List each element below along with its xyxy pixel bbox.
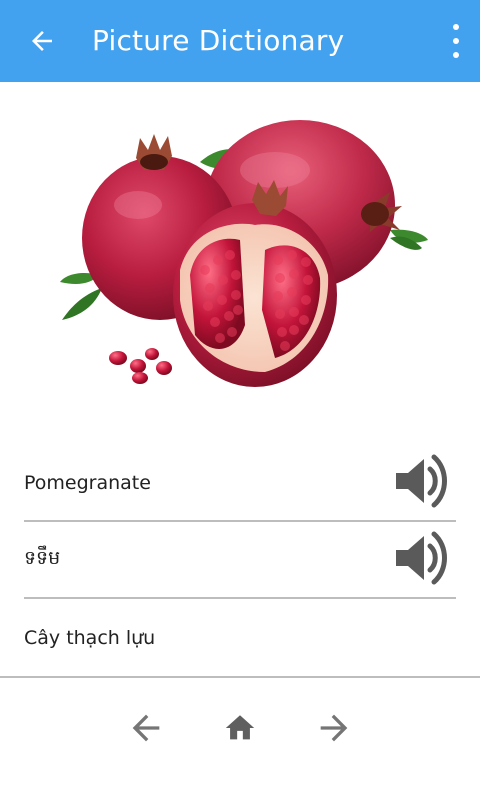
- home-icon: [225, 715, 255, 740]
- entry-khmer-label: ទទឹម: [24, 547, 61, 569]
- word-picture: [40, 110, 440, 410]
- play-audio-english-button[interactable]: [392, 451, 456, 515]
- arrow-right-icon: [320, 714, 348, 742]
- page-title: Picture Dictionary: [92, 23, 345, 57]
- app-bar: Picture Dictionary: [0, 0, 480, 82]
- speaker-icon: [396, 531, 447, 585]
- entry-english-label: Pomegranate: [24, 472, 151, 494]
- pomegranate-image: [60, 120, 428, 387]
- speaker-icon: [396, 454, 447, 508]
- more-options-button[interactable]: [446, 24, 466, 58]
- bottom-navigation: [0, 678, 480, 800]
- next-word-button[interactable]: [310, 704, 358, 752]
- entry-english: Pomegranate: [24, 446, 456, 522]
- arrow-left-icon: [132, 714, 160, 742]
- play-audio-khmer-button[interactable]: [392, 528, 456, 592]
- arrow-back-icon: [32, 31, 52, 51]
- previous-word-button[interactable]: [122, 704, 170, 752]
- back-button[interactable]: [0, 0, 84, 82]
- entry-khmer: ទទឹម: [24, 523, 456, 599]
- entry-vietnamese-label: Cây thạch lựu: [24, 627, 156, 649]
- entry-vietnamese: Cây thạch lựu: [24, 600, 456, 676]
- more-vert-icon: [453, 24, 459, 30]
- home-button[interactable]: [216, 704, 264, 752]
